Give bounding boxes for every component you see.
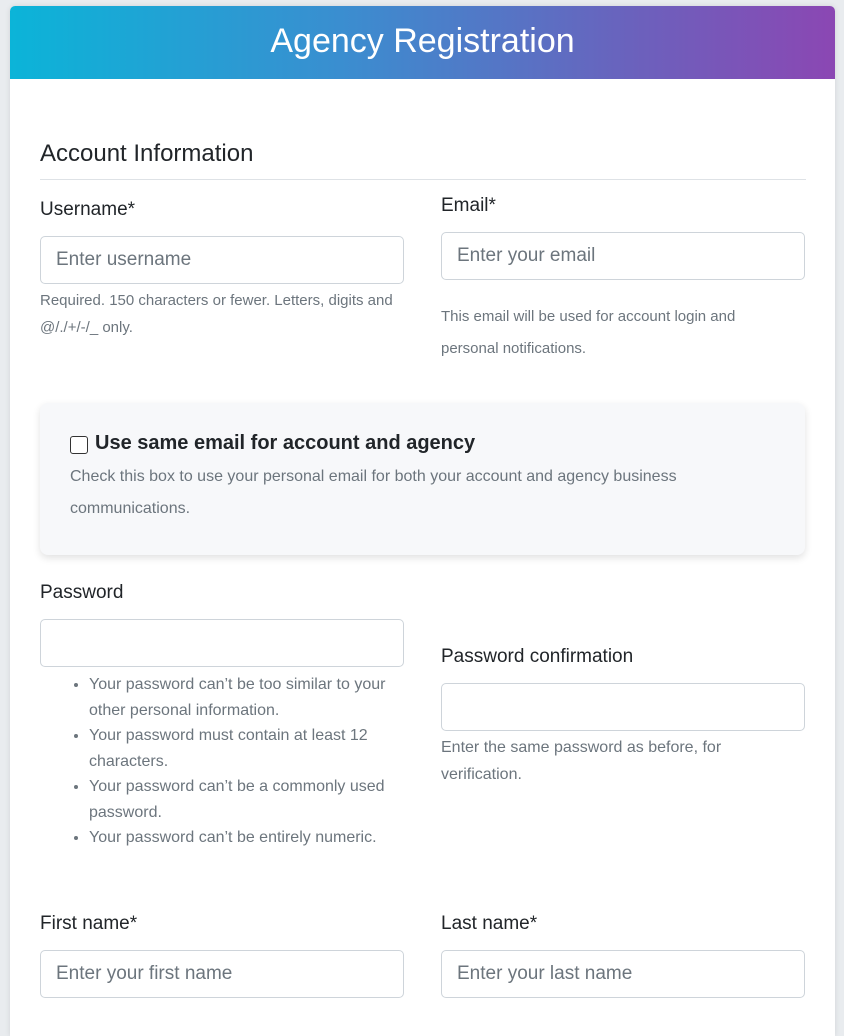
email-help: This email will be used for account logi… — [441, 308, 736, 357]
same-email-help: Check this box to use your personal emai… — [70, 468, 677, 517]
same-email-panel: Use same email for account and agency Ch… — [40, 403, 805, 555]
card-header: Agency Registration — [10, 6, 835, 79]
username-help: Required. 150 characters or fewer. Lette… — [40, 292, 393, 336]
username-input[interactable] — [40, 236, 404, 284]
password-input[interactable] — [40, 619, 404, 667]
last-name-input[interactable] — [441, 950, 805, 998]
password-rule: Your password can’t be a commonly used p… — [89, 774, 409, 825]
password-rule: Your password can’t be too similar to yo… — [89, 672, 409, 723]
first-name-label: First name* — [40, 913, 138, 934]
password-rules-list: Your password can’t be too similar to yo… — [40, 672, 409, 851]
password-confirmation-help: Enter the same password as before, for v… — [441, 739, 722, 783]
email-label: Email* — [441, 195, 496, 216]
password-rules: Your password can’t be too similar to yo… — [40, 672, 409, 851]
same-email-label[interactable]: Use same email for account and agency — [95, 432, 475, 455]
section-title: Account Information — [40, 140, 254, 167]
password-rule: Your password must contain at least 12 c… — [89, 723, 409, 774]
section-divider — [40, 179, 806, 180]
password-confirmation-input[interactable] — [441, 683, 805, 731]
password-label: Password — [40, 582, 124, 603]
same-email-checkbox[interactable] — [70, 436, 88, 454]
password-confirmation-label: Password confirmation — [441, 646, 634, 667]
password-rule: Your password can’t be entirely numeric. — [89, 825, 409, 851]
username-label: Username* — [40, 199, 136, 220]
registration-card: Agency Registration Account Information … — [10, 6, 835, 1036]
first-name-input[interactable] — [40, 950, 404, 998]
email-input[interactable] — [441, 232, 805, 280]
page-title: Agency Registration — [270, 22, 575, 60]
last-name-label: Last name* — [441, 913, 538, 934]
